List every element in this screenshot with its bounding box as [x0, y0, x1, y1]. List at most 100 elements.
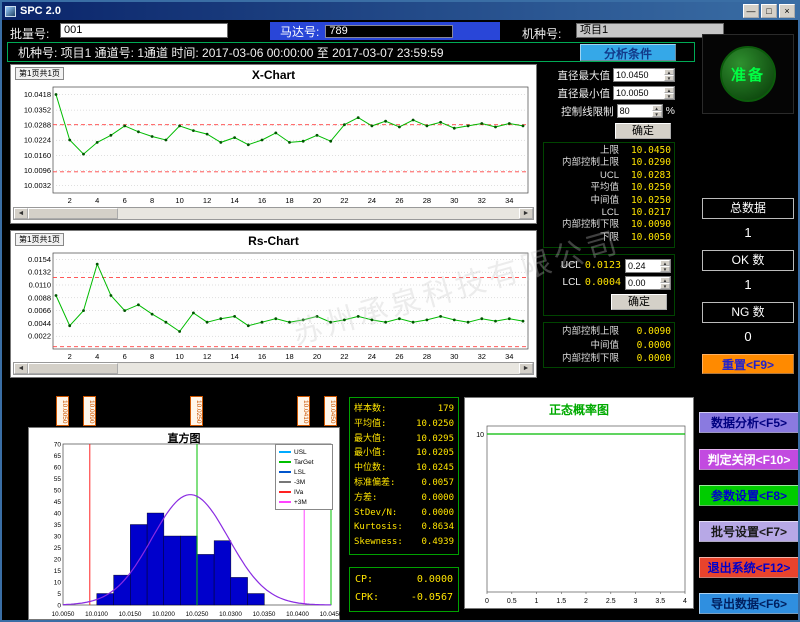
- svg-text:12: 12: [203, 352, 211, 361]
- svg-text:24: 24: [368, 196, 376, 205]
- stat-value: 0.0057: [421, 476, 454, 491]
- rschart-ucl-lcl-panel: UCL 0.0123 0.24 ▲▼ LCL 0.0004 0.00 ▲▼ 确定: [543, 254, 675, 316]
- function-button-3[interactable]: 参数设置<F8>: [699, 485, 799, 506]
- confirm-button-2[interactable]: 确定: [611, 294, 667, 310]
- svg-text:34: 34: [505, 352, 513, 361]
- function-button-5[interactable]: 退出系统<F12>: [699, 557, 799, 578]
- window-title: SPC 2.0: [20, 5, 61, 17]
- function-button-1[interactable]: 数据分析<F5>: [699, 412, 799, 433]
- close-icon[interactable]: ×: [779, 4, 795, 18]
- stat-label: 最小值:: [354, 446, 386, 461]
- function-button-2[interactable]: 判定关闭<F10>: [699, 449, 799, 470]
- ready-panel: 准备: [702, 34, 794, 114]
- motor-label: 马达号:: [280, 23, 319, 40]
- stat-row: 最大值:10.0295: [354, 432, 454, 447]
- legend-label: TarGet: [294, 459, 314, 466]
- scroll-left-icon[interactable]: ◄: [14, 363, 28, 374]
- function-button-4[interactable]: 批号设置<F7>: [699, 521, 799, 542]
- rschart-scroll-track[interactable]: [28, 363, 519, 374]
- stat-row: Skewness:0.4939: [354, 535, 454, 550]
- rs-lcl-spin-value[interactable]: 0.00: [626, 277, 660, 289]
- legend-item: IVa: [279, 487, 329, 497]
- svg-text:50: 50: [54, 487, 62, 494]
- cp-label: CP:: [355, 571, 373, 589]
- svg-text:25: 25: [54, 545, 62, 552]
- total-data-value: 1: [702, 225, 794, 240]
- svg-text:10.0288: 10.0288: [24, 121, 51, 130]
- svg-text:0: 0: [485, 598, 489, 605]
- svg-text:30: 30: [450, 196, 458, 205]
- svg-text:3.5: 3.5: [655, 598, 665, 605]
- scroll-right-icon[interactable]: ►: [519, 363, 533, 374]
- svg-text:10.0350: 10.0350: [253, 611, 276, 618]
- histogram-limit-marker: 10.0090: [83, 396, 96, 426]
- spin-down-icon[interactable]: ▼: [664, 93, 674, 99]
- legend-swatch-icon: [279, 491, 291, 493]
- limit-row: 中间值10.0250: [547, 195, 671, 207]
- xchart-scrollbar[interactable]: ◄ ►: [13, 207, 534, 220]
- svg-text:4: 4: [683, 598, 687, 605]
- histogram-limit-marker: 10.0050: [56, 396, 69, 426]
- maximize-icon[interactable]: □: [761, 4, 777, 18]
- reset-button[interactable]: 重置<F9>: [702, 354, 794, 374]
- limit-row: 内部控制上限10.0290: [547, 157, 671, 169]
- ready-button[interactable]: 准备: [720, 46, 776, 102]
- limit-row: UCL10.0283: [547, 170, 671, 182]
- stat-row: 中位数:10.0245: [354, 461, 454, 476]
- svg-text:30: 30: [450, 352, 458, 361]
- stat-value: 0.0000: [421, 491, 454, 506]
- svg-text:10.0400: 10.0400: [286, 611, 309, 618]
- control-limit-value[interactable]: 80: [618, 105, 652, 117]
- machine-label: 机种号:: [522, 25, 561, 42]
- cp-row: CP: 0.0000: [355, 571, 453, 589]
- minimize-icon[interactable]: —: [743, 4, 759, 18]
- histogram-title: 直方图: [29, 430, 339, 446]
- function-button-6[interactable]: 导出数据<F6>: [699, 593, 799, 614]
- confirm-button[interactable]: 确定: [615, 123, 671, 139]
- diameter-max-value[interactable]: 10.0450: [614, 69, 664, 81]
- spin-down-icon[interactable]: ▼: [664, 75, 674, 81]
- ok-count-label: OK 数: [702, 250, 794, 271]
- spin-down-icon[interactable]: ▼: [652, 111, 662, 117]
- diameter-min-spinner[interactable]: 10.0050 ▲▼: [613, 86, 675, 100]
- scroll-right-icon[interactable]: ►: [519, 208, 533, 219]
- limit-label: 内部控制上限: [562, 157, 619, 169]
- control-limit-row: 控制线限制 80 ▲▼ %: [547, 102, 675, 120]
- legend-item: +3M: [279, 497, 329, 507]
- diameter-max-spinner[interactable]: 10.0450 ▲▼: [613, 68, 675, 82]
- stat-label: 平均值:: [354, 417, 386, 432]
- rs-ucl-spin-value[interactable]: 0.24: [626, 260, 660, 272]
- rschart-scrollbar[interactable]: ◄ ►: [13, 362, 534, 375]
- limit-row: 内部控制下限10.0090: [547, 219, 671, 231]
- stat-label: 最大值:: [354, 432, 386, 447]
- svg-text:28: 28: [423, 352, 431, 361]
- statistics-rows: 样本数:179平均值:10.0250最大值:10.0295最小值:10.0205…: [354, 402, 454, 550]
- motor-input[interactable]: 789: [325, 25, 453, 38]
- spin-down-icon[interactable]: ▼: [660, 283, 670, 289]
- legend-label: USL: [294, 449, 307, 456]
- svg-text:0.0132: 0.0132: [28, 268, 51, 277]
- control-limit-spinner[interactable]: 80 ▲▼: [617, 104, 663, 118]
- rs-limit-value: 0.0090: [625, 325, 671, 339]
- xchart-scroll-thumb[interactable]: [28, 208, 118, 219]
- diameter-min-value[interactable]: 10.0050: [614, 87, 664, 99]
- svg-text:10.0050: 10.0050: [52, 611, 75, 618]
- rschart-scroll-thumb[interactable]: [28, 363, 118, 374]
- diameter-min-row: 直径最小值 10.0050 ▲▼: [547, 84, 675, 102]
- scroll-left-icon[interactable]: ◄: [14, 208, 28, 219]
- spin-down-icon[interactable]: ▼: [660, 266, 670, 272]
- rs-ucl-spinner[interactable]: 0.24 ▲▼: [625, 259, 671, 273]
- titlebar[interactable]: SPC 2.0 — □ ×: [2, 2, 798, 20]
- ng-count-label: NG 数: [702, 302, 794, 323]
- rs-lcl-spinner[interactable]: 0.00 ▲▼: [625, 276, 671, 290]
- batch-input[interactable]: 001: [60, 23, 228, 38]
- analyze-conditions-button[interactable]: 分析条件: [580, 44, 676, 61]
- svg-text:22: 22: [340, 196, 348, 205]
- svg-text:26: 26: [395, 196, 403, 205]
- svg-text:0.0066: 0.0066: [28, 306, 51, 315]
- rs-limit-row: 内部控制下限0.0000: [547, 352, 671, 366]
- svg-text:0.0154: 0.0154: [28, 255, 51, 264]
- stat-row: StDev/N:0.0000: [354, 506, 454, 521]
- xchart-scroll-track[interactable]: [28, 208, 519, 219]
- legend-swatch-icon: [279, 501, 291, 503]
